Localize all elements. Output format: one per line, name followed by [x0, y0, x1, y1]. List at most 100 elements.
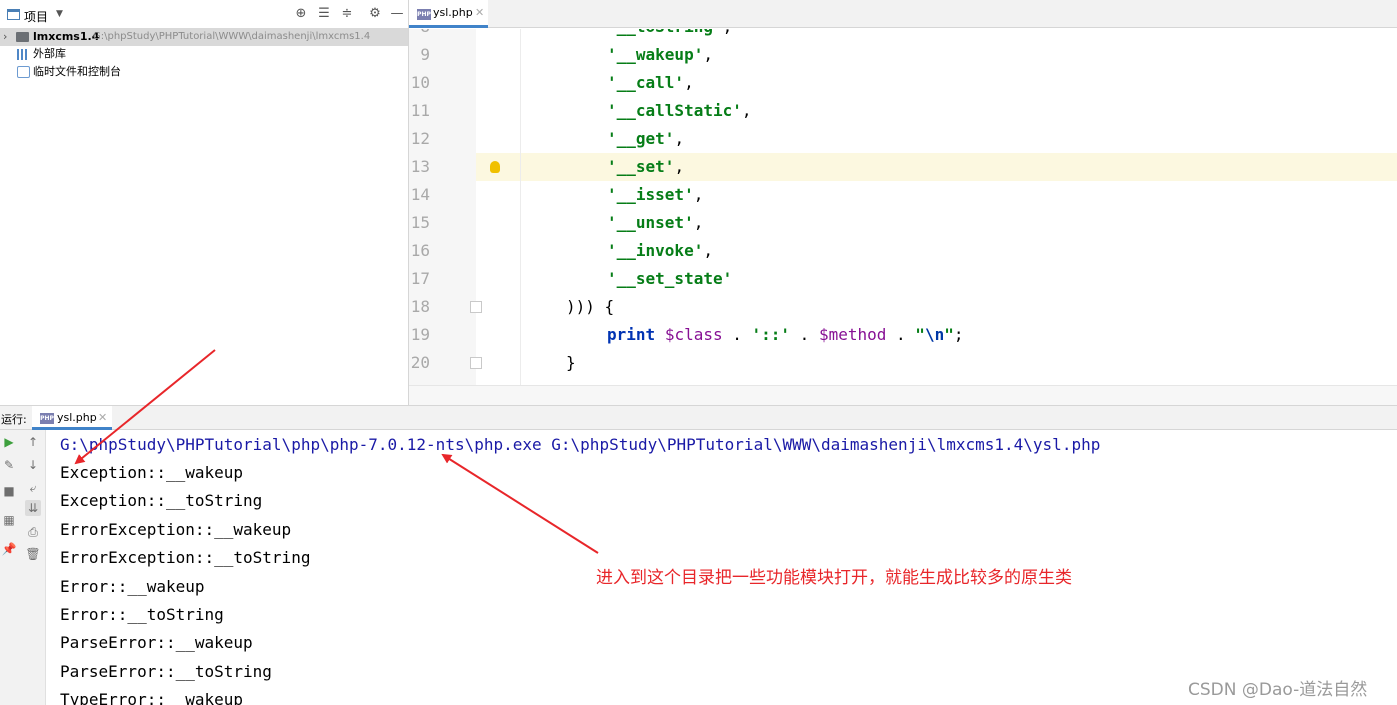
console-line: Error::__wakeup	[60, 576, 205, 596]
run-tab-label: ysl.php	[57, 411, 97, 424]
arrow-down-icon[interactable]: ↓	[25, 457, 41, 473]
chevron-right-icon[interactable]: ›	[3, 28, 7, 46]
code-line: '__invoke',	[607, 237, 713, 265]
code-token: ,	[684, 73, 694, 92]
code-token: .	[722, 325, 752, 344]
line-number: 9	[420, 45, 430, 64]
collapse-all-icon[interactable]: ≑	[339, 6, 355, 22]
line-number: 10	[410, 73, 430, 92]
wrench-icon[interactable]: ✎	[1, 457, 17, 473]
tree-item-external-libraries[interactable]: 外部库	[0, 45, 408, 63]
line-number: 17	[410, 269, 430, 288]
rerun-icon[interactable]: ▶	[1, 434, 17, 450]
run-toolbar: ▶ ↑ ✎ ↓ ■ ⤶ ⇊ ▦ ⎙ 📌 🗑	[0, 430, 46, 705]
project-root-name: lmxcms1.4	[33, 30, 100, 43]
line-number: 15	[410, 213, 430, 232]
fold-marker-icon[interactable]	[470, 357, 482, 369]
code-token: print	[607, 325, 656, 344]
code-token: "	[915, 325, 925, 344]
soft-wrap-icon[interactable]: ⤶	[25, 480, 41, 496]
code-editor[interactable]: 891011121314151617181920 '__toString','_…	[409, 29, 1397, 385]
expand-all-icon[interactable]: ☰	[316, 6, 332, 22]
minimize-icon[interactable]: —	[389, 6, 405, 22]
code-line: '__unset',	[607, 209, 703, 237]
close-icon[interactable]: ✕	[475, 0, 484, 26]
code-line: print $class . '::' . $method . "\n";	[607, 321, 963, 349]
pin-icon[interactable]: 📌	[1, 541, 17, 557]
code-token: ,	[693, 213, 704, 232]
scratches-icon	[17, 66, 30, 78]
console-line: ParseError::__wakeup	[60, 633, 253, 653]
project-view-icon	[7, 9, 20, 20]
code-token: '__toString'	[607, 29, 723, 36]
tree-item-scratches[interactable]: 临时文件和控制台	[0, 63, 408, 81]
close-icon[interactable]: ✕	[98, 411, 107, 424]
code-line: ))) {	[566, 293, 614, 321]
code-line: '__get',	[607, 125, 684, 153]
gutter-separator	[520, 29, 521, 385]
code-line: '__toString',	[607, 29, 732, 41]
chevron-down-icon[interactable]: ▼	[56, 9, 63, 19]
lightbulb-icon[interactable]	[490, 161, 500, 173]
line-number: 16	[410, 241, 430, 260]
code-token: '__set_state'	[607, 269, 733, 288]
code-line: '__isset',	[607, 181, 703, 209]
code-token: '__isset'	[607, 185, 694, 204]
line-number-gutter: 8 9 10 11 12 13 14 15 16 17 18 19 20	[409, 29, 476, 385]
code-token: .	[886, 325, 916, 344]
code-token: '__set'	[607, 157, 675, 176]
line-number: 18	[410, 297, 430, 316]
project-title[interactable]: 项目	[24, 8, 48, 25]
code-token: ))) {	[566, 297, 615, 316]
print-icon[interactable]: ⎙	[25, 524, 41, 540]
project-panel: 项目 ▼ ⊕ ☰ ≑ ⚙ — › lmxcms1.4 G:\phpStudy\P…	[0, 0, 409, 405]
console-line: ErrorException::__wakeup	[60, 519, 292, 539]
locate-icon[interactable]: ⊕	[293, 6, 309, 22]
code-token: ,	[741, 101, 752, 120]
editor-scrollbar[interactable]	[409, 385, 1397, 405]
tab-label: ysl.php	[433, 6, 473, 19]
code-token: '__invoke'	[607, 241, 704, 260]
code-line: '__set_state'	[607, 265, 732, 293]
gear-icon[interactable]: ⚙	[367, 6, 383, 22]
code-token: \n	[924, 325, 945, 344]
tab-ysl-php[interactable]: PHP ysl.php ✕	[409, 0, 488, 28]
layout-icon[interactable]: ▦	[1, 512, 17, 528]
code-token: '__unset'	[607, 213, 694, 232]
code-token: $method	[818, 325, 887, 344]
code-token: }	[566, 353, 576, 372]
code-token: ,	[693, 185, 704, 204]
line-number: 12	[410, 129, 430, 148]
project-header: 项目 ▼ ⊕ ☰ ≑ ⚙ —	[0, 0, 408, 30]
arrow-up-icon[interactable]: ↑	[25, 434, 41, 450]
code-token: ,	[703, 241, 713, 260]
console-line: Error::__toString	[60, 605, 224, 624]
code-token: .	[790, 325, 819, 344]
run-tab-ysl-php[interactable]: PHP ysl.php ✕	[32, 406, 112, 430]
console-line: ParseError::__toString	[60, 661, 272, 681]
console-line: ErrorException::__toString	[60, 548, 311, 568]
code-line: '__callStatic',	[607, 97, 752, 125]
fold-marker-icon[interactable]	[470, 301, 482, 313]
line-number: 11	[410, 101, 430, 120]
php-file-icon: PHP	[40, 413, 54, 424]
current-line-highlight	[409, 153, 1397, 181]
scroll-to-end-icon[interactable]: ⇊	[25, 500, 41, 516]
code-token: '__callStatic'	[607, 101, 742, 120]
line-number: 14	[410, 185, 430, 204]
code-token: '__wakeup'	[607, 45, 704, 64]
stop-icon[interactable]: ■	[1, 483, 17, 499]
console-line: Exception::__wakeup	[60, 463, 244, 482]
trash-icon[interactable]: 🗑	[25, 546, 41, 562]
line-number: 20	[410, 353, 430, 372]
run-tool-header: 运行: PHP ysl.php ✕	[0, 405, 1397, 430]
folder-icon	[16, 32, 29, 42]
scratches-label: 临时文件和控制台	[33, 65, 121, 78]
tree-item-project-root[interactable]: › lmxcms1.4 G:\phpStudy\PHPTutorial\WWW\…	[0, 28, 408, 46]
code-token: "	[944, 325, 954, 344]
annotation-note: 进入到这个目录把一些功能模块打开，就能生成比较多的原生类	[596, 568, 1072, 588]
code-line: }	[566, 349, 576, 377]
console-line: Exception::__toString	[60, 491, 263, 511]
code-token: ,	[674, 157, 685, 176]
